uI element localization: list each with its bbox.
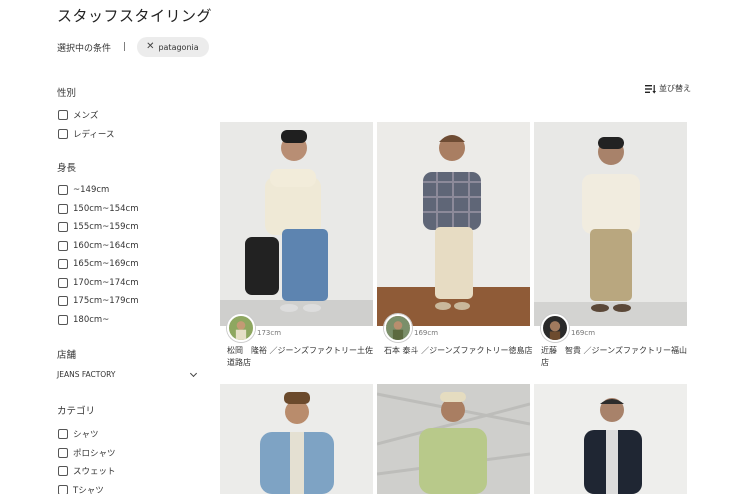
sort-icon (645, 84, 656, 94)
store-select-value: JEANS FACTORY (57, 370, 116, 379)
checkbox-category-1[interactable]: ポロシャツ (57, 444, 116, 463)
checkbox-gender-ladies[interactable]: レディース (57, 125, 114, 144)
checkbox-height-4[interactable]: 165cm~169cm (57, 255, 138, 274)
selected-conditions: 選択中の条件 | ✕ patagonia (57, 37, 209, 57)
checkbox[interactable] (58, 447, 68, 458)
staff-caption[interactable]: 松岡 隆裕 ／ジーンズファクトリー土佐道路店 (227, 345, 380, 369)
checkbox-height-1[interactable]: 150cm~154cm (57, 200, 138, 219)
conditions-label: 選択中の条件 (57, 43, 112, 54)
checkbox[interactable] (58, 110, 68, 121)
checkbox-label: メンズ (73, 111, 99, 122)
checkbox[interactable] (58, 466, 68, 477)
checkbox-category-3[interactable]: Tシャツ (57, 481, 116, 494)
close-icon[interactable]: ✕ (146, 42, 154, 52)
store-select[interactable]: JEANS FACTORY (57, 369, 199, 379)
avatar (227, 314, 255, 342)
styling-photo[interactable] (534, 122, 687, 326)
checkbox-label: 175cm~179cm (73, 296, 139, 307)
styling-photo[interactable] (220, 384, 373, 494)
checkbox[interactable] (58, 240, 68, 251)
filter-title-category: カテゴリ (57, 406, 96, 417)
checkbox[interactable] (58, 429, 68, 440)
checkbox-gender-mens[interactable]: メンズ (57, 106, 114, 125)
checkbox-label: 160cm~164cm (73, 240, 139, 251)
checkbox-category-2[interactable]: スウェット (57, 462, 116, 481)
checkbox-height-3[interactable]: 160cm~164cm (57, 237, 138, 256)
styling-photo[interactable] (534, 384, 687, 494)
checkbox[interactable] (58, 222, 68, 233)
checkbox-height-6[interactable]: 175cm~179cm (57, 292, 138, 311)
avatar (384, 314, 412, 342)
checkbox-label: 155cm~159cm (73, 222, 139, 233)
filter-list-gender: メンズ レディース (57, 106, 114, 143)
filter-title-gender: 性別 (57, 88, 77, 99)
staff-caption[interactable]: 近藤 智貴 ／ジーンズファクトリー福山店 (541, 345, 694, 369)
checkbox[interactable] (58, 296, 68, 307)
staff-height: 169cm (571, 329, 596, 337)
checkbox[interactable] (58, 277, 68, 288)
checkbox[interactable] (58, 185, 68, 196)
sort-button[interactable]: 並び替え (645, 83, 691, 94)
checkbox-height-0[interactable]: ~149cm (57, 181, 138, 200)
page-title: スタッフスタイリング (57, 7, 213, 25)
sort-label: 並び替え (659, 84, 691, 93)
checkbox-label: シャツ (73, 430, 99, 441)
checkbox-height-5[interactable]: 170cm~174cm (57, 274, 138, 293)
checkbox-height-7[interactable]: 180cm~ (57, 311, 138, 330)
checkbox-label: ポロシャツ (73, 448, 116, 459)
styling-photo[interactable] (377, 384, 530, 494)
checkbox-label: Tシャツ (73, 485, 104, 494)
conditions-separator: | (123, 42, 127, 52)
checkbox[interactable] (58, 314, 68, 325)
staff-height: 173cm (257, 329, 282, 337)
checkbox[interactable] (58, 128, 68, 139)
checkbox[interactable] (58, 259, 68, 270)
checkbox-label: 150cm~154cm (73, 203, 139, 214)
filter-list-height: ~149cm 150cm~154cm 155cm~159cm 160cm~164… (57, 181, 138, 329)
chip-label: patagonia (158, 42, 199, 52)
checkbox-label: 180cm~ (73, 314, 110, 325)
condition-chip-patagonia[interactable]: ✕ patagonia (137, 37, 209, 57)
styling-photo[interactable] (220, 122, 373, 326)
filter-title-height: 身長 (57, 163, 77, 174)
filter-list-category: シャツ ポロシャツ スウェット Tシャツ (57, 425, 116, 494)
checkbox-height-2[interactable]: 155cm~159cm (57, 218, 138, 237)
checkbox[interactable] (58, 203, 68, 214)
checkbox-label: ~149cm (73, 185, 110, 196)
checkbox-label: スウェット (73, 467, 116, 478)
styling-photo[interactable] (377, 122, 530, 326)
checkbox-label: 165cm~169cm (73, 259, 139, 270)
staff-caption[interactable]: 石本 泰斗 ／ジーンズファクトリー徳島店 (384, 345, 537, 357)
avatar (541, 314, 569, 342)
checkbox-category-0[interactable]: シャツ (57, 425, 116, 444)
checkbox-label: 170cm~174cm (73, 277, 139, 288)
filter-title-store: 店舗 (57, 350, 77, 361)
chevron-down-icon (189, 369, 198, 377)
checkbox[interactable] (58, 484, 68, 494)
staff-height: 169cm (414, 329, 439, 337)
checkbox-label: レディース (73, 129, 115, 140)
